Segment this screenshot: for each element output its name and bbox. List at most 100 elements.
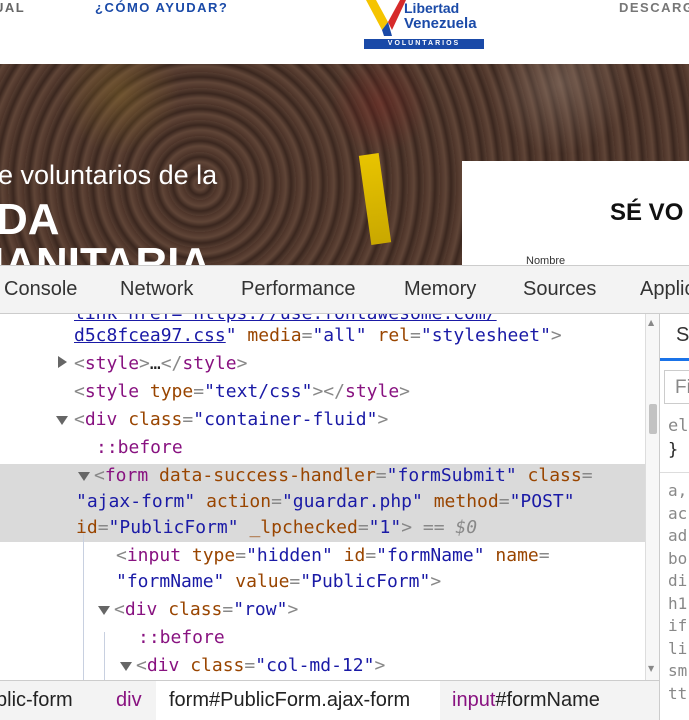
dom-line-col[interactable]: <div class="col-md-12"> xyxy=(136,652,385,680)
divider xyxy=(660,472,689,473)
attr-value: text/css xyxy=(214,381,302,402)
attr-name: class xyxy=(527,465,582,486)
selector-item: ad xyxy=(668,526,688,545)
crumb-public-form[interactable]: blic-form xyxy=(0,689,73,712)
nav-link-download[interactable]: DESCARG xyxy=(619,0,689,15)
attr-name: _lpchecked xyxy=(249,517,358,538)
inherited-selectors[interactable]: a, ac ad bo di h1 if li sm tt xyxy=(668,480,687,705)
elements-scrollbar[interactable]: ▲ ▼ xyxy=(645,314,659,680)
dom-line-before[interactable]: ::before xyxy=(96,434,183,462)
hero-banner: e voluntarios de la DA IANITARIA SÉ VO N… xyxy=(0,64,689,265)
dom-line-row[interactable]: <div class="row"> xyxy=(114,596,298,624)
collapse-arrow-icon[interactable] xyxy=(98,606,110,615)
dom-line-link[interactable]: d5c8fcea97.css" media="all" rel="stylesh… xyxy=(74,322,562,350)
dom-line-form-selected[interactable]: <form data-success-handler="formSubmit" … xyxy=(94,462,593,490)
site-header: UAL ¿CÓMO AYUDAR? Libertad Venezuela VOL… xyxy=(0,0,689,64)
scroll-down-icon[interactable]: ▼ xyxy=(648,664,654,673)
attr-value: hidden xyxy=(256,545,322,566)
attr-value: ajax-form xyxy=(86,491,185,512)
dom-line-form-cont-2[interactable]: id="PublicForm" _lpchecked="1"> == $0 xyxy=(76,514,477,542)
crumb-input-tag: input xyxy=(452,689,496,711)
nav-link-manual[interactable]: UAL xyxy=(0,0,25,15)
site-logo[interactable]: Libertad Venezuela VOLUNTARIOS xyxy=(362,0,486,52)
dom-line-input-cont[interactable]: "formName" value="PublicForm"> xyxy=(116,568,441,596)
tag-name: style xyxy=(84,353,140,374)
tab-network[interactable]: Network xyxy=(120,278,193,301)
dom-line-container-fluid[interactable]: <div class="container-fluid"> xyxy=(74,406,388,434)
selector-item: tt xyxy=(668,683,688,703)
logo-band: VOLUNTARIOS xyxy=(364,39,484,49)
indent-guide xyxy=(104,632,105,680)
element-style-rule[interactable]: el } xyxy=(668,414,688,462)
active-tab-indicator xyxy=(660,358,689,361)
dom-line-style-collapsed[interactable]: <style>…</style> xyxy=(74,350,247,378)
attr-value: POST xyxy=(520,491,564,512)
logo-text: Libertad Venezuela xyxy=(404,0,477,32)
hero-title-line-1: DA xyxy=(0,195,60,244)
scroll-up-icon[interactable]: ▲ xyxy=(648,318,654,327)
crumb-form[interactable]: form#PublicForm.ajax-form xyxy=(169,689,410,712)
pseudo-element: ::before xyxy=(96,437,183,458)
collapsed-ellipsis[interactable]: … xyxy=(150,353,161,374)
elements-tree[interactable]: link href="https://use.fontawesome.com/ … xyxy=(0,314,645,680)
crumb-div[interactable]: div xyxy=(116,689,142,712)
attr-name: rel xyxy=(377,325,410,346)
tab-sources[interactable]: Sources xyxy=(523,278,596,301)
collapse-arrow-icon[interactable] xyxy=(56,416,68,425)
crumb-input-id: #formName xyxy=(495,689,600,711)
dom-breadcrumb: blic-form div form#PublicForm.ajax-form … xyxy=(0,680,659,720)
tab-application[interactable]: Applic xyxy=(640,278,689,301)
attr-name: name xyxy=(495,545,539,566)
attr-name: action xyxy=(206,491,272,512)
tab-memory[interactable]: Memory xyxy=(404,278,476,301)
attr-value: col-md-12 xyxy=(266,655,364,676)
crumb-input[interactable]: input#formName xyxy=(452,689,600,712)
hero-subtitle: e voluntarios de la xyxy=(0,160,218,190)
logo-line-2: Venezuela xyxy=(404,15,477,32)
form-card-title: SÉ VO xyxy=(610,199,684,226)
tag-name: div xyxy=(84,409,118,430)
attr-value: PublicForm xyxy=(311,571,420,592)
hero-title-line-2: IANITARIA xyxy=(0,239,212,266)
tag-name: div xyxy=(124,599,158,620)
attr-value: row xyxy=(244,599,277,620)
attr-value: formName xyxy=(126,571,214,592)
tag-name: input xyxy=(126,545,182,566)
tab-performance[interactable]: Performance xyxy=(241,278,356,301)
selected-node-ref: == $0 xyxy=(422,517,478,538)
attr-name: type xyxy=(191,545,236,566)
selector-item: if xyxy=(668,616,688,635)
dom-line-style[interactable]: <style type="text/css"></style> xyxy=(74,378,410,406)
styles-filter-input[interactable]: Fi xyxy=(664,370,689,404)
attr-name: value xyxy=(235,571,290,592)
selector-item: a, xyxy=(668,481,688,500)
expand-arrow-icon[interactable] xyxy=(58,356,67,368)
pseudo-element: ::before xyxy=(138,627,225,648)
attr-value: formName xyxy=(387,545,474,566)
tag-name: div xyxy=(146,655,180,676)
selector-item: li xyxy=(668,638,688,658)
devtools-tab-bar: Console Network Performance Memory Sourc… xyxy=(0,266,689,314)
devtools-panel: Console Network Performance Memory Sourc… xyxy=(0,265,689,720)
dom-line-input[interactable]: <input type="hidden" id="formName" name= xyxy=(116,542,550,570)
attr-value: formSubmit xyxy=(397,465,506,486)
tab-console[interactable]: Console xyxy=(4,278,77,301)
attr-value: guardar.php xyxy=(292,491,413,512)
attr-value: PublicForm xyxy=(119,517,228,538)
indent-guide xyxy=(83,520,84,680)
tab-styles[interactable]: S xyxy=(676,324,689,347)
attr-name: data-success-handler xyxy=(159,465,376,486)
collapse-arrow-icon[interactable] xyxy=(78,472,90,481)
logo-line-1: Libertad xyxy=(404,0,460,16)
dom-line-form-cont-1[interactable]: "ajax-form" action="guardar.php" method=… xyxy=(76,488,575,516)
stylesheet-link[interactable]: d5c8fcea97.css xyxy=(74,325,226,346)
dom-line-row-before[interactable]: ::before xyxy=(138,624,225,652)
attr-value: 1 xyxy=(379,517,391,538)
collapse-arrow-icon[interactable] xyxy=(120,662,132,671)
tag-name: form xyxy=(104,465,149,486)
attr-name: type xyxy=(149,381,194,402)
attr-name: class xyxy=(168,599,223,620)
nav-link-how-to-help[interactable]: ¿CÓMO AYUDAR? xyxy=(95,0,228,15)
rule-selector: el xyxy=(668,416,689,436)
scrollbar-thumb[interactable] xyxy=(649,404,657,434)
